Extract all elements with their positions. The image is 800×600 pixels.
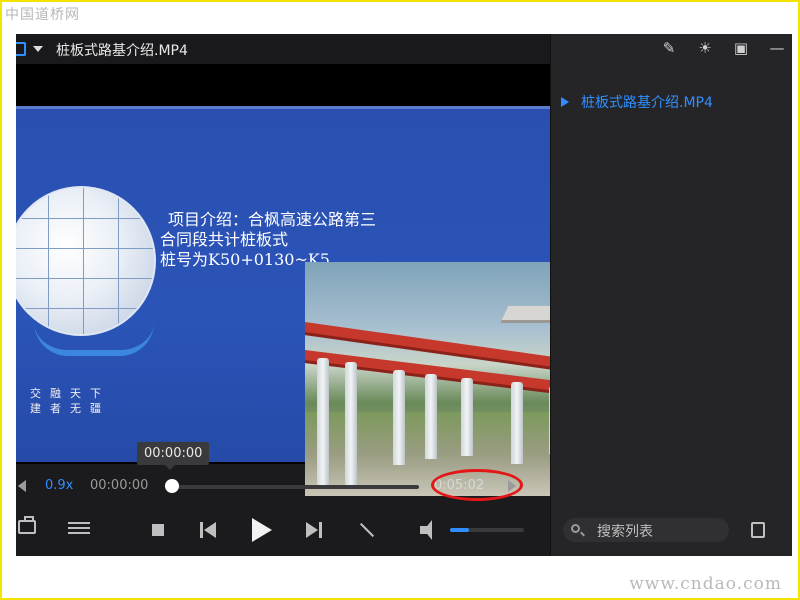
- globe-swoosh: [34, 322, 154, 356]
- next-icon[interactable]: [306, 522, 322, 538]
- edit-icon[interactable]: ✎: [661, 40, 677, 56]
- control-bar: [16, 502, 550, 556]
- motto-row-2: 建者无疆: [30, 402, 110, 415]
- watermark-bottom: www.cndao.com: [629, 574, 782, 594]
- bulb-icon[interactable]: ☀: [697, 40, 713, 56]
- slide-line-1: 项目介绍：合枫高速公路第三: [168, 210, 377, 229]
- motto-row-1: 交融天下: [30, 387, 110, 400]
- slide-motto: 交融天下 建者无疆: [30, 386, 110, 416]
- slide-intro-text: 项目介绍：合枫高速公路第三 合同段共计桩板式 桩号为K50+0130~K5: [160, 210, 376, 270]
- current-time: 00:00:00: [90, 478, 149, 493]
- pile-column: [317, 358, 329, 488]
- fullscreen-icon[interactable]: [358, 522, 374, 538]
- seek-knob[interactable]: [165, 479, 179, 493]
- media-player-window: 桩板式路基介绍.MP4 交融天下 建者无疆 项目介绍：合枫高速公路第三 合同段共…: [16, 34, 792, 556]
- settings-sliders-icon[interactable]: [68, 520, 90, 536]
- search-icon: [571, 524, 580, 533]
- title-bar: 桩板式路基介绍.MP4: [16, 34, 550, 64]
- rewind-icon[interactable]: [18, 480, 26, 492]
- playlist-item[interactable]: 桩板式路基介绍.MP4: [561, 92, 713, 112]
- playlist-panel: ✎ ☀ ▣ — 桩板式路基介绍.MP4 搜索列表: [550, 34, 792, 556]
- pip-icon[interactable]: ▣: [733, 40, 749, 56]
- forward-icon[interactable]: [508, 480, 516, 492]
- seek-time-tooltip: 00:00:00: [137, 442, 210, 470]
- clear-list-icon[interactable]: [751, 522, 765, 538]
- app-logo-icon: [16, 42, 26, 56]
- playing-indicator-icon: [561, 97, 569, 107]
- slide-top-rule: [16, 106, 550, 109]
- menu-dropdown-icon[interactable]: [33, 46, 43, 52]
- minimize-icon[interactable]: —: [769, 40, 785, 56]
- previous-icon[interactable]: [200, 522, 216, 538]
- stop-icon[interactable]: [152, 524, 164, 536]
- playback-speed-button[interactable]: 0.9x: [45, 478, 73, 493]
- seek-bar[interactable]: [173, 485, 419, 489]
- pile-column: [511, 382, 523, 464]
- watermark-top: 中国道桥网: [5, 7, 80, 23]
- pile-column: [393, 370, 405, 465]
- pile-column: [425, 374, 437, 459]
- playlist-item-label: 桩板式路基介绍.MP4: [581, 95, 713, 111]
- pile-column: [345, 362, 357, 487]
- playlist-toolbar: ✎ ☀ ▣ —: [653, 40, 792, 60]
- video-area[interactable]: 交融天下 建者无疆 项目介绍：合枫高速公路第三 合同段共计桩板式 桩号为K50+…: [16, 64, 773, 496]
- playlist-toggle-icon[interactable]: [18, 516, 36, 534]
- volume-level: [450, 528, 469, 532]
- pile-column: [461, 378, 473, 456]
- play-icon[interactable]: [252, 518, 272, 542]
- window-title: 桩板式路基介绍.MP4: [56, 43, 188, 59]
- slide-line-2: 合同段共计桩板式: [160, 230, 289, 249]
- search-placeholder: 搜索列表: [597, 524, 653, 540]
- total-duration: 0:05:02: [434, 478, 485, 493]
- volume-icon[interactable]: [420, 520, 432, 540]
- progress-row: 0.9x 00:00:00 0:05:02: [16, 469, 550, 501]
- globe-logo: [16, 186, 156, 336]
- volume-slider[interactable]: [450, 528, 524, 532]
- playlist-search-input[interactable]: 搜索列表: [563, 518, 729, 542]
